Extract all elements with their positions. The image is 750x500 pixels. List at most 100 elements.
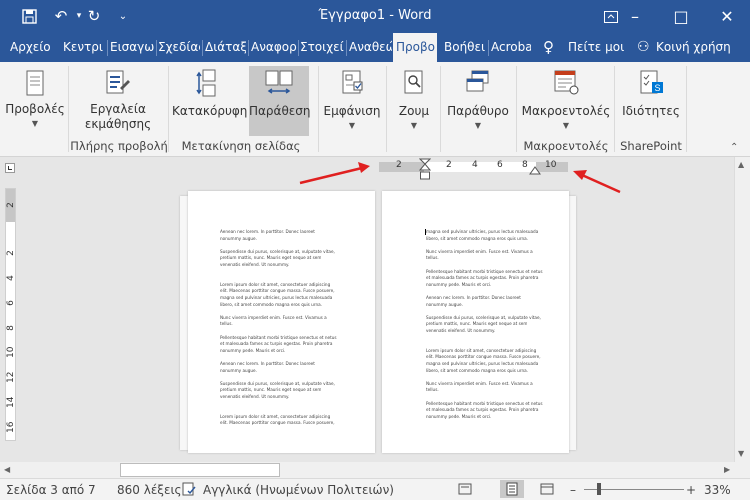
- first-line-indent-marker[interactable]: [419, 158, 431, 182]
- side-by-side-icon: [265, 70, 293, 94]
- minimize-button[interactable]: –: [612, 0, 658, 33]
- page-text-line: venenatis eleifend. Ut nonummy.: [220, 394, 290, 399]
- properties-button[interactable]: S Ιδιότητες: [618, 68, 684, 119]
- page-text-line: Aenean nec lorem. In porttitor. Donec la…: [426, 295, 521, 300]
- group-separator: [614, 66, 615, 152]
- page-text-line: pretium mattis, nunc. Mauris eget neque …: [426, 321, 528, 327]
- vruler-number: 2: [6, 202, 16, 208]
- page-text-line: Pellentesque habitant morbi tristique se…: [426, 268, 543, 274]
- tab-insert[interactable]: Εισαγω: [110, 33, 154, 62]
- vertical-button[interactable]: Κατακόρυφη: [172, 68, 247, 119]
- tab-layout[interactable]: Διάταξ: [205, 33, 246, 62]
- page-text-line: nonummy pede. Mauris et orci.: [426, 281, 492, 287]
- tab-file[interactable]: Αρχείο: [10, 33, 52, 62]
- chevron-down-icon: ▼: [562, 121, 570, 130]
- word-count[interactable]: 860 λέξεις: [117, 483, 182, 497]
- zoom-out-button[interactable]: –: [570, 483, 576, 497]
- macros-group-label: Μακροεντολές: [523, 139, 609, 153]
- tab-mailings[interactable]: Στοιχεί: [300, 33, 345, 62]
- print-layout-icon[interactable]: [500, 480, 524, 498]
- text-cursor: [425, 229, 426, 235]
- tab-acrobat[interactable]: Acroba: [491, 33, 531, 62]
- page-count[interactable]: Σελίδα 3 από 7: [6, 483, 96, 497]
- language[interactable]: Αγγλικά (Ηνωμένων Πολιτειών): [203, 483, 394, 497]
- close-button[interactable]: ✕: [704, 0, 750, 33]
- ribbon-tabs: Αρχείο Κεντρι Εισαγω Σχεδίας Διάταξ Αναφ…: [0, 33, 750, 63]
- collapse-ribbon-icon[interactable]: ⌃: [730, 142, 738, 153]
- zoom-in-button[interactable]: +: [686, 483, 696, 497]
- zoom-icon: [404, 70, 423, 94]
- tab-selector-icon[interactable]: [5, 163, 15, 173]
- page-text-line: pretium mattis, nunc. Mauris eget neque …: [220, 255, 322, 261]
- chevron-down-icon: ▼: [348, 121, 356, 130]
- maximize-button[interactable]: □: [658, 0, 704, 33]
- page-movement-group-label: Μετακίνηση σελίδας: [181, 139, 301, 153]
- page-text-line: libero, sit amet commodo magna eros quis…: [426, 235, 529, 241]
- zoom-level[interactable]: 33%: [704, 483, 731, 497]
- tab-design[interactable]: Σχεδίας: [158, 33, 200, 62]
- page-text-line: Suspendisse dui purus, scelerisque at, v…: [426, 314, 541, 320]
- vertical-scrollbar[interactable]: ▲ ▼: [734, 157, 750, 463]
- group-separator: [386, 66, 387, 152]
- ribbon: Προβολές ▼ Εργαλεία εκμάθησης Πλήρης προ…: [0, 62, 750, 157]
- tab-separator: [298, 40, 299, 56]
- proofing-icon[interactable]: [182, 482, 196, 496]
- share-button[interactable]: Κοινή χρήση: [656, 33, 746, 62]
- vruler-number: 2: [6, 250, 16, 256]
- web-layout-icon[interactable]: [540, 482, 554, 499]
- chevron-down-icon: ▼: [410, 121, 418, 130]
- scroll-right-icon[interactable]: ▶: [724, 465, 730, 474]
- vruler-number: 12: [6, 371, 16, 383]
- vertical-icon: [196, 69, 216, 97]
- side-by-side-button[interactable]: Παράθεση: [249, 66, 311, 136]
- horizontal-scrollbar[interactable]: ◀ ▶: [0, 462, 750, 478]
- page-text-line: elit. Maecenas porttitor congue massa. F…: [220, 288, 335, 294]
- page-text-line: Nunc viverra imperdiet enim. Fusce est. …: [426, 248, 533, 254]
- focus-icon[interactable]: [458, 482, 472, 499]
- views-button[interactable]: Προβολές ▼: [2, 68, 68, 128]
- page-text-line: Aenean nec lorem. In porttitor. Donec la…: [220, 361, 315, 366]
- page-text-line: magna sed pulvinar ultricies, purus lect…: [220, 295, 333, 300]
- vruler-number: 16: [6, 421, 16, 433]
- document-page-right[interactable]: magna sed pulvinar ultricies, purus lect…: [382, 191, 569, 453]
- horizontal-scroll-thumb[interactable]: [120, 463, 280, 477]
- macros-button[interactable]: Μακροεντολές ▼: [520, 68, 612, 130]
- share-person-icon[interactable]: ⚇: [637, 33, 653, 62]
- tab-help[interactable]: Βοήθει: [444, 33, 487, 62]
- page-text-line: et malesuada fames ac turpis egestas. Pr…: [426, 407, 539, 413]
- page-text-line: tellus.: [426, 387, 439, 393]
- scroll-up-icon[interactable]: ▲: [738, 160, 744, 169]
- page-text-line: Pellentesque habitant morbi tristique se…: [426, 400, 543, 406]
- page-text-line: Suspendisse dui purus, scelerisque at, v…: [220, 380, 335, 386]
- svg-text:S: S: [654, 83, 660, 93]
- page-text-line: Pellentesque habitant morbi tristique se…: [220, 334, 337, 340]
- zoom-button[interactable]: Ζουμ ▼: [390, 68, 438, 130]
- show-button[interactable]: Εμφάνιση ▼: [322, 68, 382, 130]
- page-text-line: elit. Maecenas porttitor congue massa. F…: [220, 420, 335, 426]
- properties-icon: S: [640, 70, 663, 94]
- scroll-left-icon[interactable]: ◀: [4, 465, 10, 474]
- window-button[interactable]: Παράθυρο ▼: [444, 68, 512, 130]
- tab-review[interactable]: Αναθεώ: [349, 33, 392, 62]
- learning-tools-icon: [106, 70, 130, 94]
- right-indent-marker[interactable]: [529, 163, 541, 175]
- ruler-number: 2: [446, 160, 452, 170]
- lightbulb-icon[interactable]: ♀: [543, 33, 561, 62]
- zoom-slider-thumb[interactable]: [597, 483, 601, 495]
- page-text-line: Lorem ipsum dolor sit amet, consectetuer…: [220, 413, 331, 419]
- scroll-down-icon[interactable]: ▼: [738, 449, 744, 458]
- vruler-number: 4: [6, 275, 16, 281]
- tab-references[interactable]: Αναφορ: [251, 33, 297, 62]
- page-text-line: Suspendisse dui purus, scelerisque at, v…: [220, 248, 335, 254]
- tell-me-input[interactable]: Πείτε μοι: [568, 33, 628, 62]
- tab-home[interactable]: Κεντρι: [63, 33, 106, 62]
- page-text-line: Nunc viverra imperdiet enim. Fusce est. …: [426, 380, 533, 386]
- group-separator: [68, 66, 69, 152]
- tab-view[interactable]: Προβο: [393, 33, 437, 63]
- learning-tools-button[interactable]: Εργαλεία εκμάθησης: [71, 68, 165, 132]
- page-text-line: Aenean nec lorem. In porttitor. Donec la…: [220, 229, 315, 234]
- document-page-left[interactable]: Aenean nec lorem. In porttitor. Donec la…: [188, 191, 375, 453]
- page-text-line: nonummy pede. Mauris et orci.: [426, 413, 492, 419]
- vruler-number: 8: [6, 325, 16, 331]
- chevron-down-icon: ▼: [31, 119, 39, 128]
